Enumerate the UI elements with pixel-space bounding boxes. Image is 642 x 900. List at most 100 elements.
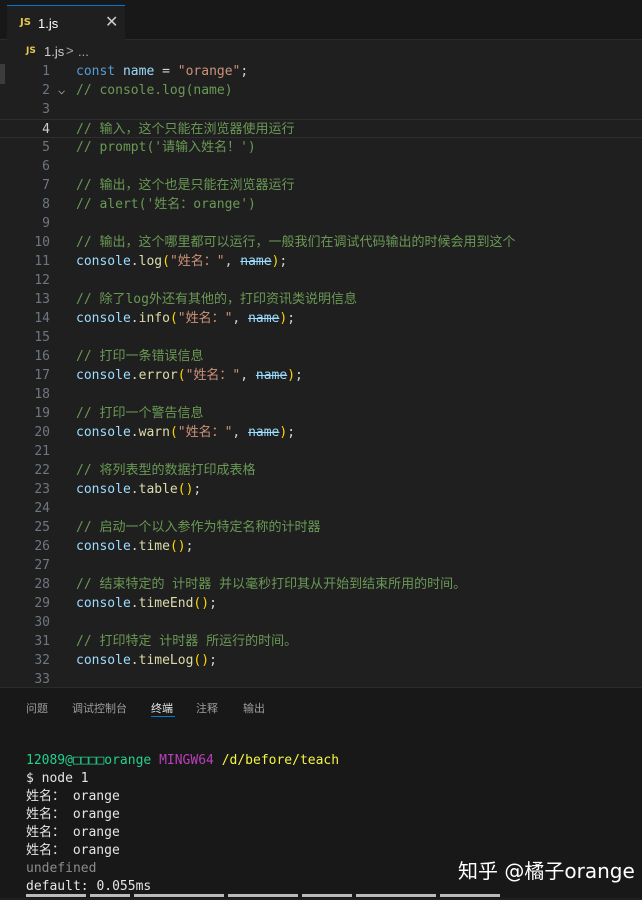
code-line: 16 // 打印一条错误信息: [0, 347, 642, 366]
line-number: 12: [34, 273, 50, 288]
line-number: 6: [42, 159, 50, 174]
code-line: 20 console.warn("姓名：", name);: [0, 423, 642, 442]
code-line: 11 console.log("姓名：", name);: [0, 252, 642, 271]
comment: // 打印一条错误信息: [76, 349, 204, 364]
string-literal: "姓名：": [185, 368, 241, 383]
code-line: 17 console.error("姓名：", name);: [0, 366, 642, 385]
line-number: 7: [42, 178, 50, 193]
identifier: console: [76, 596, 131, 611]
line-number: 10: [34, 235, 50, 250]
terminal-prompt: 12089@□□□□orange MINGW64 /d/before/teach: [26, 752, 339, 770]
code-line: 27: [0, 556, 642, 575]
comment: // prompt('请输入姓名！'): [76, 140, 256, 155]
line-number: 27: [34, 558, 50, 573]
line-number: 21: [34, 444, 50, 459]
comment: // 除了log外还有其他的，打印资讯类说明信息: [76, 292, 357, 307]
code-line: 26 console.time();: [0, 537, 642, 556]
method-name: error: [138, 368, 178, 383]
line-number: 29: [34, 596, 50, 611]
line-number: 8: [42, 197, 50, 212]
operator: .: [130, 653, 139, 668]
bracket: (: [162, 254, 170, 269]
line-number: 1: [42, 64, 50, 79]
identifier: console: [76, 653, 131, 668]
comment: // 输入，这个只能在浏览器使用运行: [76, 122, 295, 137]
semicolon: ;: [185, 539, 194, 554]
bracket: (: [169, 425, 178, 440]
code-line: 19 // 打印一个警告信息: [0, 404, 642, 423]
close-icon[interactable]: ✕: [105, 12, 118, 32]
comment: // 启动一个以入参作为特定名称的计时器: [76, 520, 321, 535]
string-literal: "orange": [177, 64, 241, 79]
comment: // 打印特定 计时器 所运行的时间。: [76, 634, 298, 649]
line-number: 19: [34, 406, 50, 421]
tab-output[interactable]: 输出: [243, 700, 265, 716]
method-name: timeLog: [138, 653, 194, 668]
identifier: name: [122, 64, 155, 79]
line-number: 32: [34, 653, 50, 668]
string-literal: "姓名：": [177, 425, 233, 440]
prompt-path: /d/before/teach: [221, 753, 340, 768]
code-editor[interactable]: 1 const name = "orange"; 2 ⌵ // console.log…: [0, 62, 642, 687]
bracket: ): [201, 596, 210, 611]
code-line: 18: [0, 385, 642, 404]
identifier: console: [76, 368, 131, 383]
javascript-file-icon: JS: [26, 46, 36, 56]
terminal-command: $ node 1: [26, 771, 89, 786]
code-line: 14 console.info("姓名：", name);: [0, 309, 642, 328]
comment: // 打印一个警告信息: [76, 406, 204, 421]
semicolon: ;: [209, 653, 217, 668]
terminal-output-line: 姓名： orange: [26, 789, 120, 804]
identifier: console: [76, 482, 131, 497]
identifier: console: [76, 311, 131, 326]
code-line: 30: [0, 613, 642, 632]
breadcrumb-file[interactable]: 1.js: [44, 44, 64, 59]
tab-comments[interactable]: 注释: [196, 700, 218, 716]
breadcrumb-more[interactable]: ...: [78, 44, 89, 59]
deprecated-identifier: name: [248, 311, 280, 326]
line-number: 9: [42, 216, 50, 231]
line-number: 33: [34, 672, 50, 687]
tab-1js[interactable]: JS 1.js ✕: [7, 5, 125, 40]
comma: ,: [232, 311, 249, 326]
code-line: 13 // 除了log外还有其他的，打印资讯类说明信息: [0, 290, 642, 309]
comma: ,: [240, 368, 256, 383]
operator: .: [130, 368, 139, 383]
code-line: 24: [0, 499, 642, 518]
tab-terminal[interactable]: 终端: [151, 700, 173, 716]
code-line: 12: [0, 271, 642, 290]
code-line: 10 // 输出，这个哪里都可以运行，一般我们在调试代码输出的时候会用到这个: [0, 233, 642, 252]
comment: // 将列表型的数据打印成表格: [76, 463, 256, 478]
operator: =: [154, 64, 178, 79]
tab-problems[interactable]: 问题: [26, 700, 48, 716]
method-name: timeEnd: [138, 596, 194, 611]
terminal-undefined: undefined: [26, 861, 97, 876]
operator: .: [130, 425, 139, 440]
line-number: 17: [34, 368, 50, 383]
comma: ,: [224, 254, 241, 269]
semicolon: ;: [295, 368, 303, 383]
line-number: 4: [42, 122, 50, 137]
line-number: 11: [34, 254, 50, 269]
prompt-user: 12089@□□□□orange: [26, 753, 152, 768]
line-number: 24: [34, 501, 50, 516]
line-number: 22: [34, 463, 50, 478]
code-line: 28 // 结束特定的 计时器 并以毫秒打印其从开始到结束所用的时间。: [0, 575, 642, 594]
line-number: 15: [34, 330, 50, 345]
method-name: warn: [138, 425, 170, 440]
deprecated-identifier: name: [248, 425, 280, 440]
deprecated-identifier: name: [240, 254, 272, 269]
line-number: 18: [34, 387, 50, 402]
semicolon: ;: [287, 425, 296, 440]
tab-debug-console[interactable]: 调试控制台: [72, 700, 127, 716]
code-line: 1 const name = "orange";: [0, 62, 642, 81]
code-line: 33: [0, 670, 642, 687]
watermark: 知乎 @橘子orange: [458, 859, 635, 883]
operator: .: [130, 311, 139, 326]
chevron-down-icon[interactable]: ⌵: [58, 81, 65, 100]
line-number: 3: [42, 102, 50, 117]
deprecated-identifier: name: [255, 368, 288, 383]
terminal-output-line: 姓名： orange: [26, 843, 120, 858]
line-number: 14: [34, 311, 50, 326]
terminal-output[interactable]: 12089@□□□□orange MINGW64 /d/before/teach…: [26, 752, 339, 896]
